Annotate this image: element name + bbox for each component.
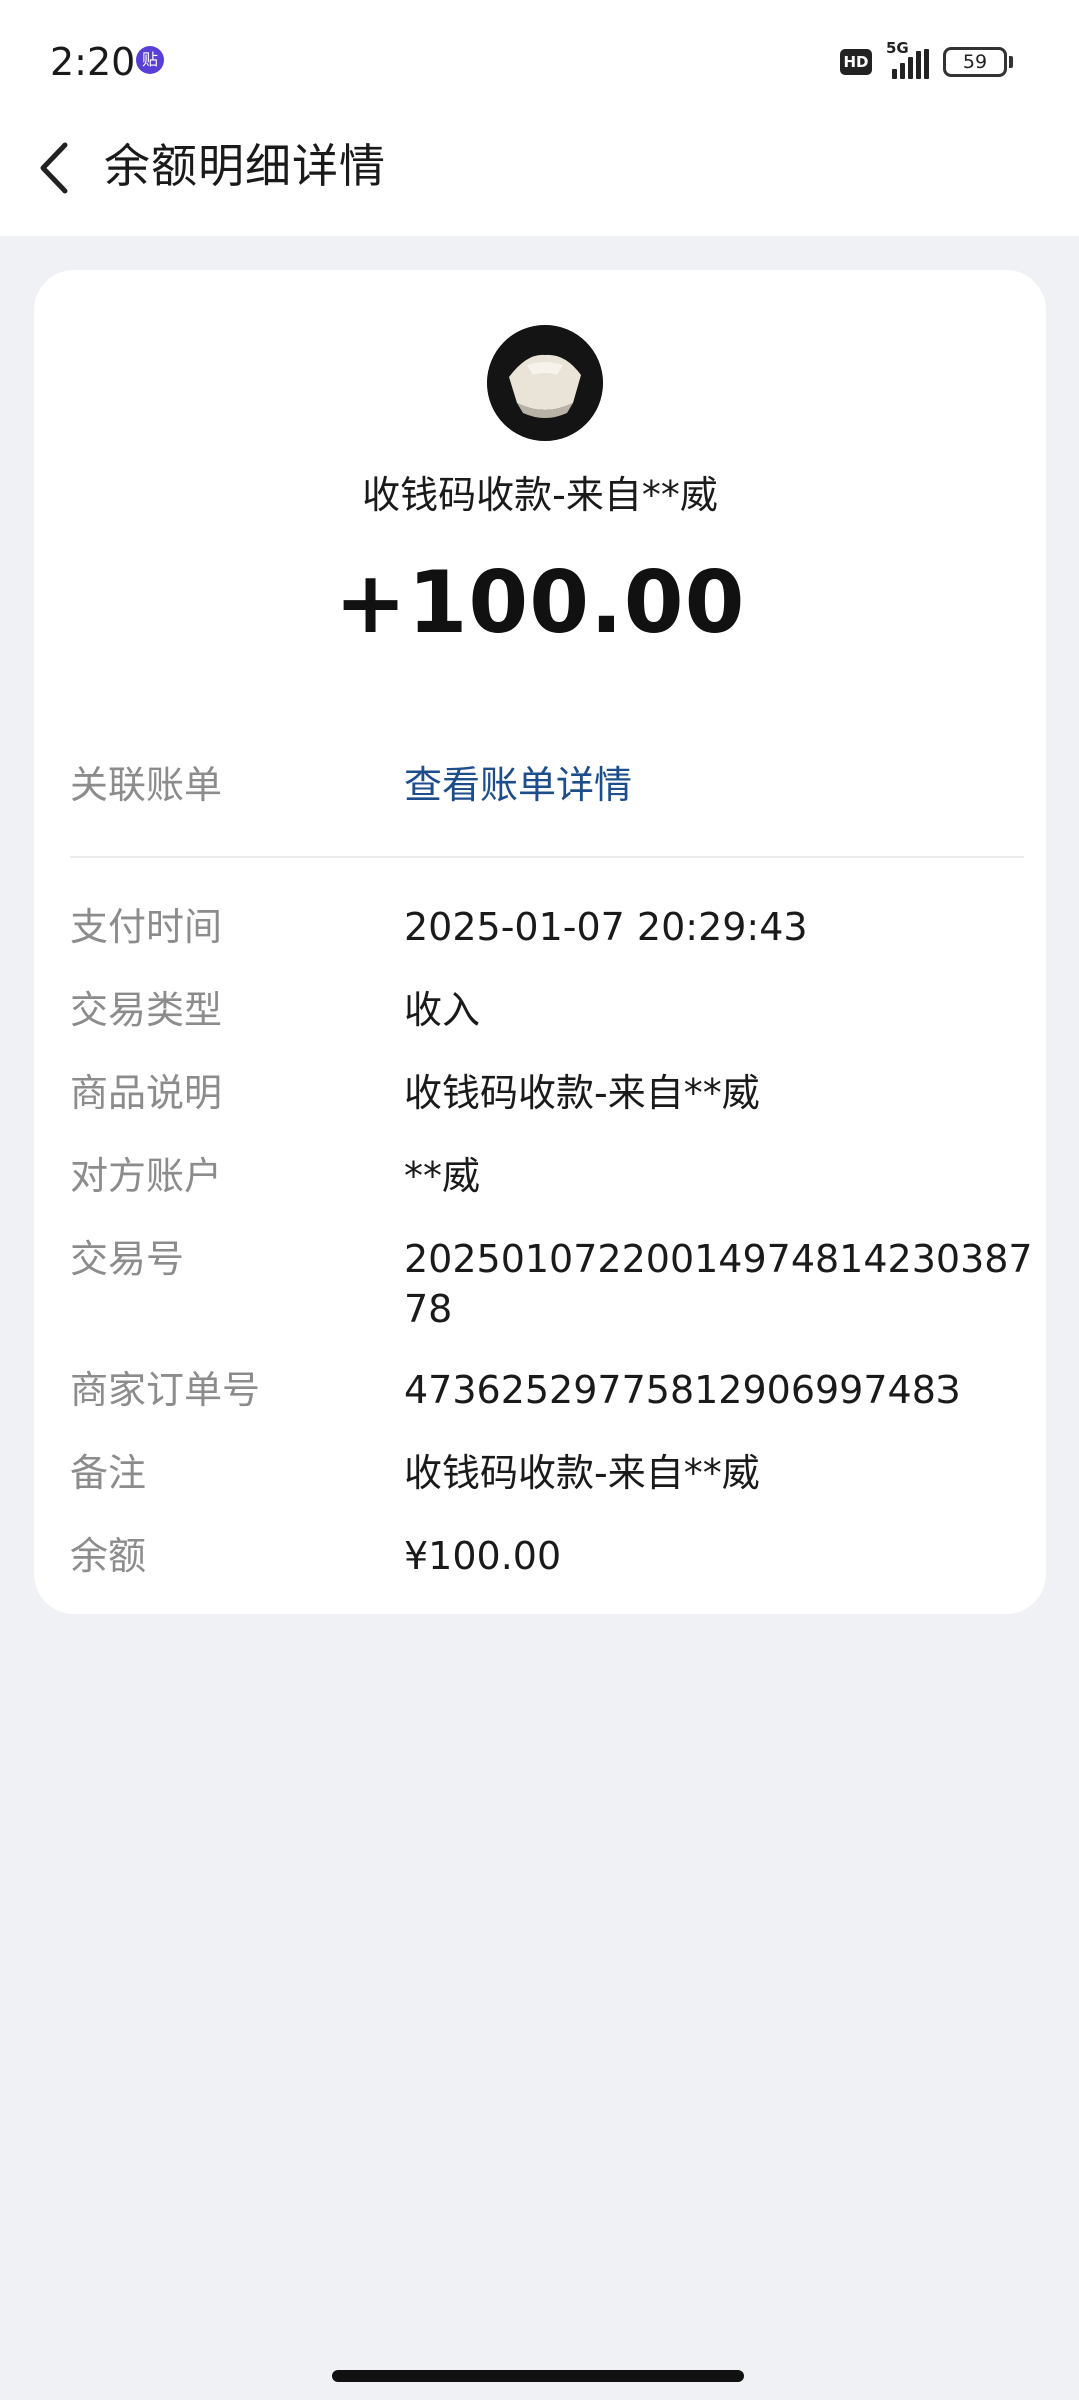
remark-value: 收钱码收款-来自**威 (404, 1451, 760, 1495)
divider (70, 856, 1024, 858)
avatar-image (487, 325, 603, 441)
transaction-card: 收钱码收款-来自**威 +100.00 关联账单 查看账单详情 支付时间 202… (34, 270, 1046, 1614)
hd-icon: HD (840, 49, 872, 75)
signal-bar (900, 63, 905, 79)
merchant-order-number-value: 4736252977581290699748З (404, 1368, 961, 1412)
signal-bar (924, 49, 929, 79)
top-bar (0, 0, 1079, 236)
payment-time-value: 2025-01-07 20:29:43 (404, 905, 808, 949)
back-button[interactable] (24, 130, 84, 206)
signal-bar (916, 51, 921, 79)
detail-label: 余额 (70, 1534, 147, 1578)
view-bill-details-link[interactable]: 查看账单详情 (404, 760, 1046, 810)
transaction-type-value: 收入 (404, 988, 481, 1032)
counterparty-account-value: **威 (404, 1154, 481, 1198)
signal-bar (908, 57, 913, 79)
detail-label: 商品说明 (70, 1071, 223, 1115)
detail-label: 商家订单号 (70, 1368, 261, 1412)
balance-value: ¥100.00 (404, 1534, 562, 1578)
battery-level: 59 (943, 47, 1007, 77)
transaction-summary: 收钱码收款-来自**威 (362, 473, 718, 517)
status-time: 2:20 (50, 40, 136, 84)
status-indicators: HD 5G 59 (840, 39, 1013, 80)
page-title: 余额明细详情 (104, 139, 386, 193)
related-bill-label: 关联账单 (70, 763, 223, 807)
battery-icon: 59 (943, 47, 1013, 77)
network-type: 5G (886, 39, 909, 57)
detail-label: 支付时间 (70, 905, 223, 949)
home-indicator[interactable] (332, 2370, 744, 2382)
detail-label: 交易号 (70, 1237, 185, 1281)
detail-label: 交易类型 (70, 988, 223, 1032)
transaction-number-value: 2025010722001497481423038778 (404, 1237, 1033, 1331)
detail-label: 备注 (70, 1451, 147, 1495)
product-description-value: 收钱码收款-来自**威 (404, 1071, 760, 1115)
signal-icon: 5G (886, 39, 929, 79)
chevron-left-icon (40, 142, 68, 194)
transaction-amount: +100.00 (334, 553, 746, 653)
detail-label: 对方账户 (70, 1154, 223, 1198)
avatar (487, 325, 603, 441)
signal-bar (892, 69, 897, 79)
notification-icon: 贴 (136, 46, 164, 74)
